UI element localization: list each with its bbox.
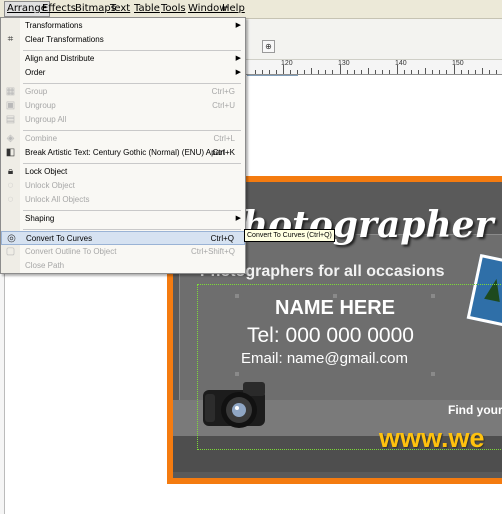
menu-item-unlock-object[interactable]: ◌ Unlock Object	[1, 179, 245, 193]
menu-item-clear-transformations[interactable]: ⌗ Clear Transformations	[1, 33, 245, 47]
ungroup-all-icon: ▤	[5, 114, 16, 125]
selection-outline	[197, 284, 502, 450]
selection-handle[interactable]	[235, 372, 239, 376]
submenu-arrow-icon: ▶	[235, 69, 241, 76]
menu-item-unlock-all[interactable]: ◌ Unlock All Objects	[1, 193, 245, 207]
menu-item-close-path[interactable]: Close Path	[1, 259, 245, 273]
tooltip: Convert To Curves (Ctrl+Q)	[244, 229, 335, 242]
ruler-label: 130	[338, 60, 350, 67]
menu-item-shaping[interactable]: Shaping ▶	[1, 212, 245, 226]
menu-item-transformations[interactable]: Transformations ▶	[1, 19, 245, 33]
ruler-label: 150	[452, 60, 464, 67]
menu-item-order[interactable]: Order ▶	[1, 66, 245, 80]
submenu-arrow-icon: ▶	[235, 215, 241, 222]
outline-object-icon: ▢	[5, 246, 16, 257]
menu-tools[interactable]: Tools	[161, 2, 186, 16]
menu-effects[interactable]: Effects	[42, 2, 76, 16]
menu-item-group[interactable]: ▦ Group Ctrl+G	[1, 85, 245, 99]
menu-item-ungroup-all[interactable]: ▤ Ungroup All	[1, 113, 245, 127]
selection-handle[interactable]	[235, 294, 239, 298]
menu-item-convert-to-curves[interactable]: ◎ Convert To Curves Ctrl+Q	[1, 231, 245, 245]
clear-transform-icon: ⌗	[7, 34, 14, 45]
ruler-label: 120	[281, 60, 293, 67]
menu-item-align-distribute[interactable]: Align and Distribute ▶	[1, 52, 245, 66]
ruler-label: 140	[395, 60, 407, 67]
selection-handle[interactable]	[431, 372, 435, 376]
menu-item-convert-outline[interactable]: ▢ Convert Outline To Object Ctrl+Shift+Q	[1, 245, 245, 259]
menu-item-lock-object[interactable]: 🔒︎ Lock Object	[1, 165, 245, 179]
submenu-arrow-icon: ▶	[235, 22, 241, 29]
unlock-icon: ◌	[7, 180, 14, 191]
unlock-all-icon: ◌	[7, 194, 14, 205]
selection-handle[interactable]	[431, 294, 435, 298]
menu-item-break-apart[interactable]: ◧ Break Artistic Text: Century Gothic (No…	[1, 146, 245, 160]
menu-item-combine[interactable]: ◈ Combine Ctrl+L	[1, 132, 245, 146]
menu-item-ungroup[interactable]: ▣ Ungroup Ctrl+U	[1, 99, 245, 113]
menu-text[interactable]: Text	[110, 2, 130, 16]
zoom-icon[interactable]: ⊕	[262, 40, 275, 53]
menu-help[interactable]: Help	[222, 2, 245, 16]
break-apart-icon: ◧	[5, 147, 16, 158]
arrange-menu: Transformations ▶ ⌗ Clear Transformations …	[0, 17, 246, 274]
lock-icon: 🔒︎	[7, 166, 14, 177]
ungroup-icon: ▣	[5, 100, 16, 111]
group-icon: ▦	[5, 86, 16, 97]
combine-icon: ◈	[6, 133, 15, 144]
menu-table[interactable]: Table	[134, 2, 160, 16]
selection-handle[interactable]	[333, 294, 337, 298]
submenu-arrow-icon: ▶	[235, 55, 241, 62]
convert-curves-icon: ◎	[7, 233, 16, 244]
